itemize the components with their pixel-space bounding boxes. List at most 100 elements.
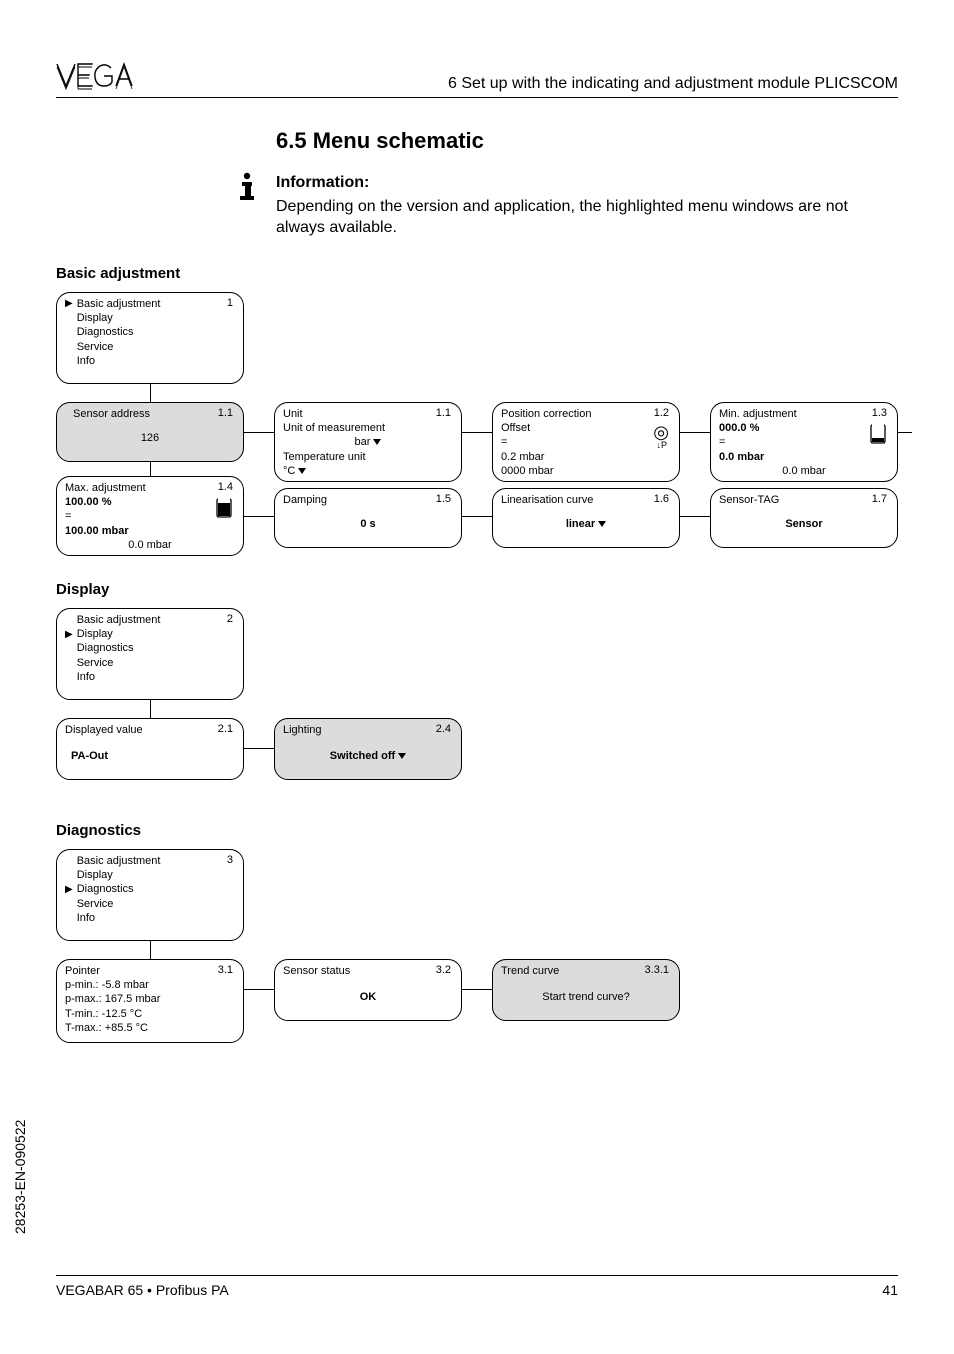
footer-page-number: 41 <box>882 1282 898 1298</box>
document-id: 28253-EN-090522 <box>12 1120 28 1234</box>
node-num: 1.5 <box>436 492 451 506</box>
node-value: 0 s <box>360 518 375 530</box>
node-line: Temperature unit <box>283 450 453 464</box>
node-title: Damping <box>283 493 453 507</box>
pointer-icon: ▶ <box>65 297 73 310</box>
node-num: 3.1 <box>218 963 233 977</box>
node-line: = <box>501 435 671 449</box>
node-num: 1.7 <box>872 492 887 506</box>
menu-num: 2 <box>227 612 233 626</box>
node-line: 0000 mbar <box>501 464 671 478</box>
node-line: 000.0 % <box>719 422 759 434</box>
menu-item: Diagnostics <box>77 641 134 655</box>
menu-item: Diagnostics <box>77 882 134 896</box>
subheading-basic: Basic adjustment <box>56 265 898 282</box>
node-num: 3.2 <box>436 963 451 977</box>
node-trend-curve: 3.3.1 Trend curve Start trend curve? <box>492 959 680 1021</box>
node-sensor-address: 1.1 Sensor address 126 <box>56 402 244 462</box>
node-num: 1.1 <box>218 406 233 420</box>
node-lighting: 2.4 Lighting Switched off <box>274 718 462 780</box>
node-line: Offset <box>501 421 671 435</box>
node-value: PA-Out <box>71 750 108 762</box>
menu-num: 1 <box>227 296 233 310</box>
menu-item: Service <box>77 340 114 354</box>
subheading-diagnostics: Diagnostics <box>56 822 898 839</box>
section-title: 6.5 Menu schematic <box>276 128 898 154</box>
node-line: p-min.: -5.8 mbar <box>65 978 235 992</box>
node-sensor-status: 3.2 Sensor status OK <box>274 959 462 1021</box>
node-value: linear <box>566 518 606 530</box>
info-body: Depending on the version and application… <box>276 196 898 239</box>
node-line: 100.00 mbar <box>65 525 129 537</box>
pointer-icon: ▶ <box>65 883 73 896</box>
node-title: Sensor status <box>283 964 453 978</box>
node-title: Lighting <box>283 723 453 737</box>
menu-item: Service <box>77 897 114 911</box>
menu-item: Info <box>77 670 95 684</box>
node-displayed-value: 2.1 Displayed value PA-Out <box>56 718 244 780</box>
node-title: Position correction <box>501 407 671 421</box>
node-min-adjustment: 1.3 Min. adjustment 000.0 % = 0.0 mbar 0… <box>710 402 898 482</box>
menu-item: Display <box>77 627 113 641</box>
menu-item: Basic adjustment <box>77 613 161 627</box>
node-num: 3.3.1 <box>645 963 669 977</box>
subheading-display: Display <box>56 581 898 598</box>
node-line: Unit of measurement <box>283 421 453 435</box>
menu-root-display: 2 ▶Basic adjustment ▶Display ▶Diagnostic… <box>56 608 244 700</box>
node-num: 1.3 <box>872 406 887 420</box>
node-num: 2.4 <box>436 722 451 736</box>
tank-low-icon <box>869 423 887 448</box>
node-line: T-max.: +85.5 °C <box>65 1021 235 1035</box>
node-line: 0.0 mbar <box>719 451 764 463</box>
menu-root-diagnostics: 3 ▶Basic adjustment ▶Display ▶Diagnostic… <box>56 849 244 941</box>
node-line: °C <box>283 465 306 477</box>
menu-root-basic: 1 ▶Basic adjustment ▶Display ▶Diagnostic… <box>56 292 244 384</box>
node-num: 1.4 <box>218 480 233 494</box>
node-title: Displayed value <box>65 723 235 737</box>
node-line: p-max.: 167.5 mbar <box>65 992 235 1006</box>
tank-high-icon <box>215 497 233 522</box>
node-value: Sensor <box>785 518 822 530</box>
menu-item: Info <box>77 911 95 925</box>
node-damping: 1.5 Damping 0 s <box>274 488 462 548</box>
menu-item: Info <box>77 354 95 368</box>
node-title: Linearisation curve <box>501 493 671 507</box>
header-chapter-title: 6 Set up with the indicating and adjustm… <box>156 75 898 95</box>
node-sensor-tag: 1.7 Sensor-TAG Sensor <box>710 488 898 548</box>
pointer-icon: ▶ <box>65 628 73 641</box>
node-pointer: 3.1 Pointer p-min.: -5.8 mbar p-max.: 16… <box>56 959 244 1043</box>
node-title: Pointer <box>65 964 235 978</box>
node-num: 1.2 <box>654 406 669 420</box>
node-position-correction: 1.2 ◎ ↓P Position correction Offset = 0.… <box>492 402 680 482</box>
node-line: 0.0 mbar <box>65 538 235 552</box>
node-title: Unit <box>283 407 453 421</box>
node-value: OK <box>360 991 377 1003</box>
node-title: Sensor-TAG <box>719 493 889 507</box>
info-icon <box>236 172 276 239</box>
node-line: 0.2 mbar <box>501 450 671 464</box>
node-num: 1.6 <box>654 492 669 506</box>
footer-left: VEGABAR 65 • Profibus PA <box>56 1282 229 1298</box>
info-heading: Information: <box>276 172 898 194</box>
node-num: 1.1 <box>436 406 451 420</box>
node-line: bar <box>355 436 382 448</box>
gauge-icon: ◎ <box>653 423 669 441</box>
menu-item: Diagnostics <box>77 325 134 339</box>
node-title: Max. adjustment <box>65 481 235 495</box>
menu-item: Basic adjustment <box>77 297 161 311</box>
node-line: T-min.: -12.5 °C <box>65 1007 235 1021</box>
node-value: Switched off <box>330 750 406 762</box>
node-line: 0.0 mbar <box>719 464 889 478</box>
node-line: 100.00 % <box>65 496 111 508</box>
menu-item: Display <box>77 311 113 325</box>
node-num: 2.1 <box>218 722 233 736</box>
node-title: Sensor address <box>73 407 235 421</box>
node-line: = <box>65 509 235 523</box>
pressure-marker-icon: ↓P <box>656 441 667 450</box>
menu-item: Service <box>77 656 114 670</box>
menu-item: Basic adjustment <box>77 854 161 868</box>
menu-item: Display <box>77 868 113 882</box>
node-value: 126 <box>65 431 235 445</box>
node-title: Min. adjustment <box>719 407 889 421</box>
node-max-adjustment: 1.4 Max. adjustment 100.00 % = 100.00 mb… <box>56 476 244 556</box>
